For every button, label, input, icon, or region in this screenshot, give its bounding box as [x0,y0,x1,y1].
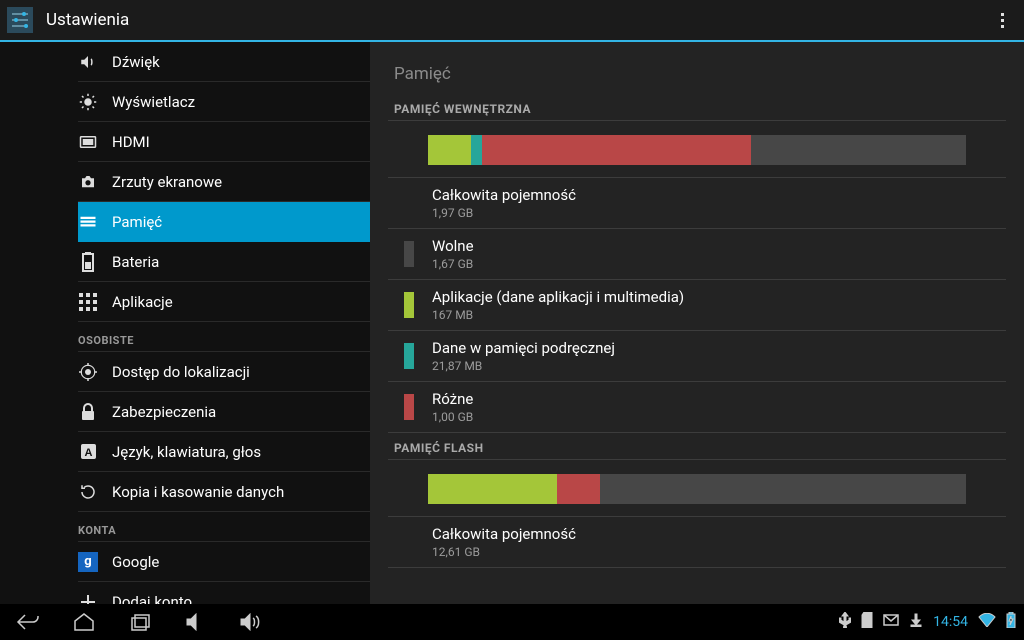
sidebar-item-sound[interactable]: Dźwięk [78,42,370,82]
row-subtitle: 1,00 GB [432,410,473,424]
sidebar-item-label: Dźwięk [112,53,160,71]
section-internal-header: PAMIĘĆ WEWNĘTRZNA [388,94,1006,121]
sidebar-item-security[interactable]: Zabezpieczenia [78,392,370,432]
sidebar-item-label: Pamięć [112,213,162,231]
row-title: Całkowita pojemność [432,186,576,204]
download-icon [909,613,923,631]
bar-seg-misc [557,474,600,504]
color-swatch [404,190,414,216]
language-icon: A [78,442,98,462]
sidebar-item-label: Kopia i kasowanie danych [112,483,284,501]
internal-usage-bar[interactable] [388,121,1006,178]
sidebar-item-display[interactable]: Wyświetlacz [78,82,370,122]
storage-row[interactable]: Wolne 1,67 GB [388,229,1006,280]
color-swatch [404,394,414,420]
sidebar-item-language[interactable]: A Język, klawiatura, głos [78,432,370,472]
sidebar-item-label: Zrzuty ekranowe [112,173,222,191]
sidebar-item-label: Dodaj konto [112,593,192,604]
sidebar-item-label: Zabezpieczenia [112,403,216,421]
sidebar-item-label: HDMI [112,133,150,151]
color-swatch [404,292,414,318]
sidebar-item-location[interactable]: Dostęp do lokalizacji [78,352,370,392]
row-title: Wolne [432,237,474,255]
storage-row[interactable]: Całkowita pojemność 12,61 GB [388,517,1006,568]
storage-row[interactable]: Różne 1,00 GB [388,382,1006,433]
app-icon [6,6,34,34]
sidebar-section-accounts: KONTA [78,512,370,542]
sidebar-item-add-account[interactable]: Dodaj konto [78,582,370,604]
battery-status-icon [1006,612,1016,632]
mail-icon [883,614,899,630]
plus-icon [78,592,98,604]
sidebar-item-label: Wyświetlacz [112,93,195,111]
row-title: Całkowita pojemność [432,525,576,543]
display-icon [78,92,98,112]
sidebar-item-backup[interactable]: Kopia i kasowanie danych [78,472,370,512]
usb-icon [839,612,851,632]
color-swatch [404,241,414,267]
sidebar-item-screenshots[interactable]: Zrzuty ekranowe [78,162,370,202]
system-navbar: 14:54 [0,604,1024,640]
wifi-icon [978,613,996,631]
sidebar-item-apps[interactable]: Aplikacje [78,282,370,322]
sidebar-item-battery[interactable]: Bateria [78,242,370,282]
color-swatch [404,529,414,555]
storage-row[interactable]: Aplikacje (dane aplikacji i multimedia) 1… [388,280,1006,331]
page-title: Pamięć [388,42,1006,94]
section-flash-header: PAMIĘĆ FLASH [388,433,1006,460]
row-title: Aplikacje (dane aplikacji i multimedia) [432,288,684,306]
battery-icon [78,252,98,272]
sidebar-item-label: Google [112,553,159,571]
overflow-menu-icon[interactable] [992,6,1012,34]
row-subtitle: 12,61 GB [432,545,576,559]
storage-row[interactable]: Dane w pamięci podręcznej 21,87 MB [388,331,1006,382]
svg-text:A: A [84,447,92,459]
sidebar-section-personal: OSOBISTE [78,322,370,352]
recents-button[interactable] [112,604,168,640]
row-subtitle: 167 MB [432,308,684,322]
storage-panel: Pamięć PAMIĘĆ WEWNĘTRZNA Całkowita pojem… [370,42,1024,604]
bar-seg-apps [428,135,471,165]
backup-icon [78,482,98,502]
sdcard-icon [861,612,873,632]
location-icon [78,362,98,382]
sidebar-item-hdmi[interactable]: HDMI [78,122,370,162]
google-icon: g [78,552,98,572]
bar-seg-misc [482,135,751,165]
apps-icon [78,292,98,312]
row-subtitle: 1,97 GB [432,206,576,220]
volume-up-button[interactable] [224,604,280,640]
camera-icon [78,172,98,192]
bar-seg-apps [428,474,557,504]
status-tray[interactable]: 14:54 [839,612,1024,632]
sound-icon [78,52,98,72]
storage-icon [78,212,98,232]
hdmi-icon [78,132,98,152]
storage-row[interactable]: Całkowita pojemność 1,97 GB [388,178,1006,229]
clock: 14:54 [933,614,968,630]
app-title: Ustawienia [46,10,129,30]
volume-down-button[interactable] [168,604,224,640]
row-title: Dane w pamięci podręcznej [432,339,615,357]
sidebar-item-label: Dostęp do lokalizacji [112,363,250,381]
top-bar: Ustawienia [0,0,1024,40]
sidebar-item-storage[interactable]: Pamięć [78,202,370,242]
lock-icon [78,402,98,422]
back-button[interactable] [0,604,56,640]
home-button[interactable] [56,604,112,640]
row-subtitle: 1,67 GB [432,257,474,271]
row-subtitle: 21,87 MB [432,359,615,373]
bar-seg-cache [471,135,482,165]
sidebar-item-google[interactable]: g Google [78,542,370,582]
row-title: Różne [432,390,473,408]
color-swatch [404,343,414,369]
sidebar-item-label: Bateria [112,253,159,271]
sidebar-item-label: Język, klawiatura, głos [112,443,261,461]
sidebar-item-label: Aplikacje [112,293,173,311]
flash-usage-bar[interactable] [388,460,1006,517]
settings-sidebar: Dźwięk Wyświetlacz HDMI Zrzuty ekranowe … [0,42,370,604]
